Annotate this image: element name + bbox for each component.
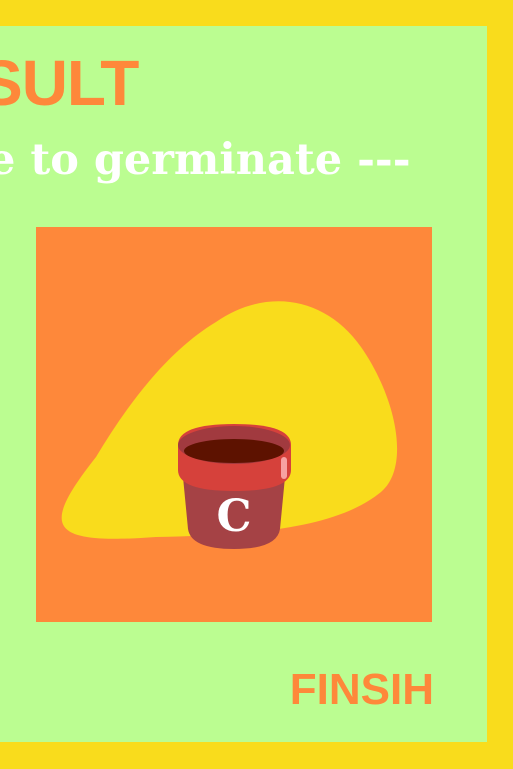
result-illustration (61, 301, 398, 549)
result-title: SULT (0, 47, 139, 119)
pot-highlight (281, 457, 287, 479)
pot-label: C (216, 491, 252, 542)
result-subtitle: e to germinate --- (0, 135, 411, 185)
result-panel: SULT e to germinate --- C FINSIH (0, 26, 487, 742)
finish-button[interactable]: FINSIH (290, 664, 434, 716)
pot-soil (184, 439, 284, 463)
result-card: C (36, 227, 432, 622)
